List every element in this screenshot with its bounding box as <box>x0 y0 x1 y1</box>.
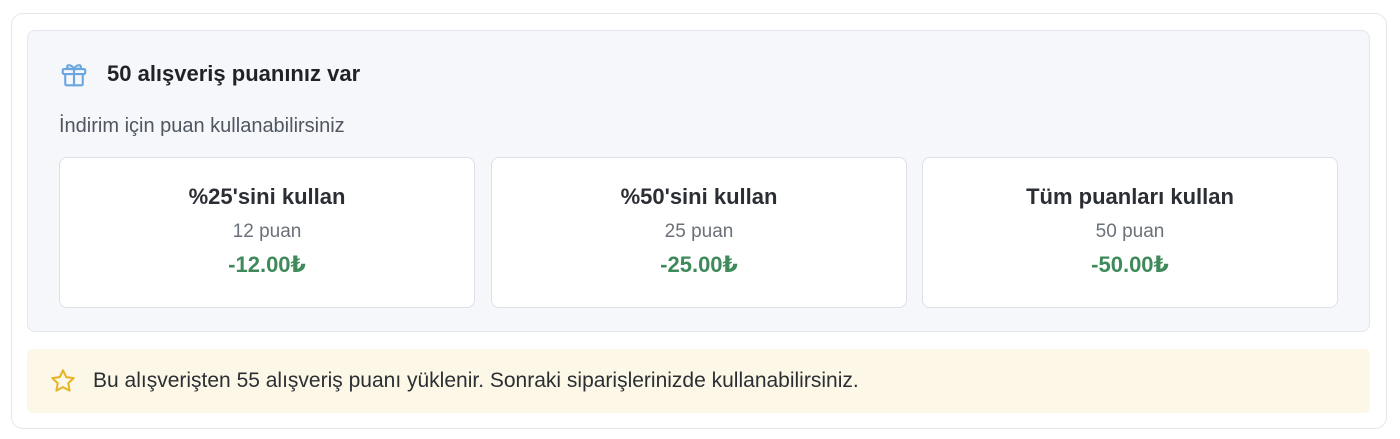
option-discount: -12.00₺ <box>228 252 306 277</box>
info-text: Bu alışverişten 55 alışveriş puanı yükle… <box>93 369 859 392</box>
points-header: 50 alışveriş puanınız var <box>59 57 360 91</box>
star-icon <box>49 367 77 395</box>
option-label: Tüm puanları kullan <box>1026 184 1234 209</box>
option-discount: -25.00₺ <box>660 252 738 277</box>
option-points: 25 puan <box>664 221 734 242</box>
option-points: 50 puan <box>1095 221 1165 242</box>
option-label: %25'sini kullan <box>188 184 346 209</box>
option-points: 12 puan <box>232 221 302 242</box>
points-title: 50 alışveriş puanınız var <box>107 61 361 86</box>
loyalty-points-card: 50 alışveriş puanınız var İndirim için p… <box>11 13 1387 429</box>
points-subtitle: İndirim için puan kullanabilirsiniz <box>59 115 345 137</box>
gift-icon <box>59 59 89 89</box>
use-all-points-option[interactable]: Tüm puanları kullan 50 puan -50.00₺ <box>922 157 1338 308</box>
use-50-percent-option[interactable]: %50'sini kullan 25 puan -25.00₺ <box>491 157 907 308</box>
option-label: %50'sini kullan <box>620 184 778 209</box>
use-25-percent-option[interactable]: %25'sini kullan 12 puan -12.00₺ <box>59 157 475 308</box>
points-panel: 50 alışveriş puanınız var İndirim için p… <box>27 30 1370 332</box>
option-discount: -50.00₺ <box>1091 252 1169 277</box>
earned-points-info-banner: Bu alışverişten 55 alışveriş puanı yükle… <box>27 349 1370 413</box>
